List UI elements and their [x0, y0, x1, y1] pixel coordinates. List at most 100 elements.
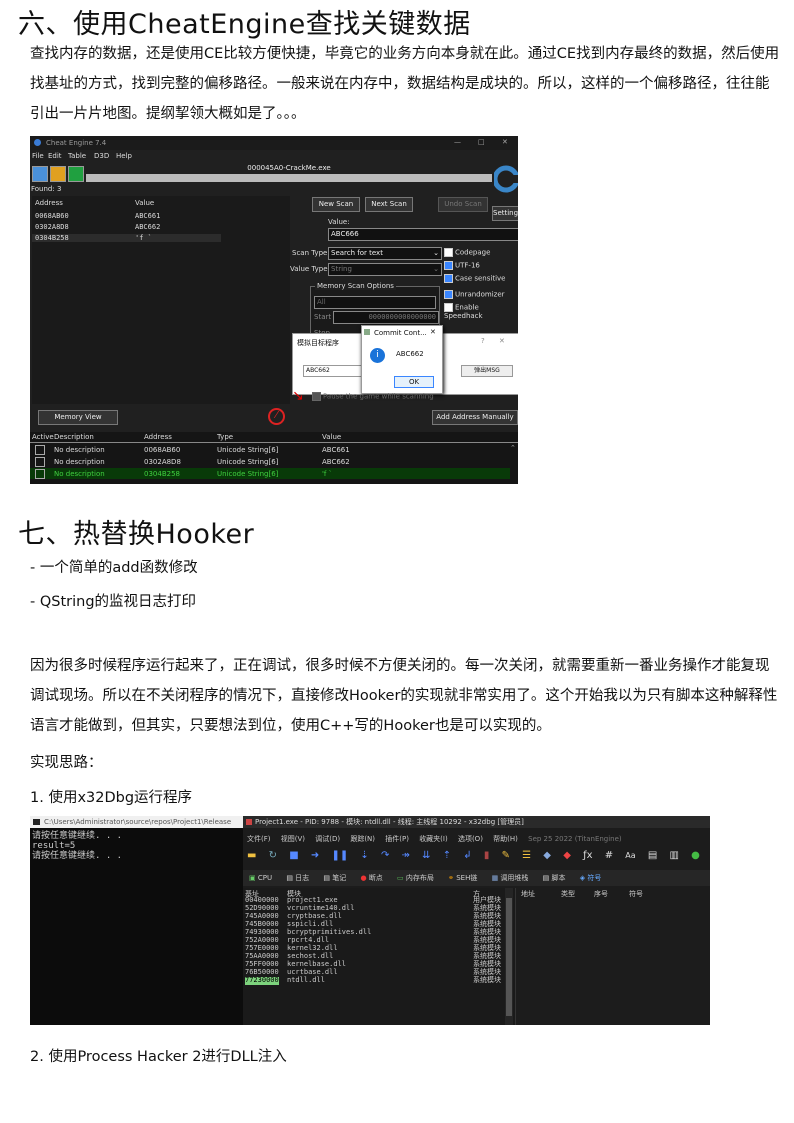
- value-type-select[interactable]: String ⌄: [328, 263, 442, 276]
- col-active[interactable]: Active: [32, 433, 54, 441]
- build-date: Sep 25 2022 (TitanEngine): [528, 835, 622, 843]
- target-input[interactable]: ABC662: [303, 365, 365, 377]
- checkbox[interactable]: [444, 290, 453, 299]
- section-7-heading: 七、热替换Hooker: [18, 519, 255, 550]
- active-checkbox[interactable]: [35, 469, 45, 479]
- col-address[interactable]: Address: [144, 433, 172, 441]
- hash-icon[interactable]: #: [605, 850, 613, 861]
- undo-scan-button[interactable]: Undo Scan: [438, 197, 488, 212]
- menu-view[interactable]: 视图(V): [281, 835, 305, 843]
- bookmark-icon[interactable]: ◆: [563, 850, 571, 861]
- next-scan-button[interactable]: Next Scan: [365, 197, 413, 212]
- popup-msg-button[interactable]: 弹出MSG: [461, 365, 513, 377]
- menu-trace[interactable]: 跟踪(N): [350, 835, 375, 843]
- menu-file[interactable]: 文件(F): [247, 835, 271, 843]
- tab-seh-chain[interactable]: ⚭ SEH链: [448, 874, 477, 882]
- function-icon[interactable]: ƒx: [583, 850, 592, 861]
- execute-till-return-icon[interactable]: ⇡: [443, 850, 451, 861]
- col-type[interactable]: Type: [217, 433, 233, 441]
- ok-button[interactable]: OK: [394, 376, 434, 388]
- checkbox[interactable]: [444, 261, 453, 270]
- active-checkbox[interactable]: [35, 445, 45, 455]
- settings-button[interactable]: Settings: [492, 206, 518, 221]
- open-file-icon[interactable]: [50, 166, 66, 182]
- option-utf16[interactable]: UTF-16: [444, 261, 518, 274]
- tab-memory-map[interactable]: ▭ 内存布局: [397, 874, 434, 882]
- result-row[interactable]: 0302A8D8 ABC662: [35, 223, 215, 231]
- tab-symbols[interactable]: ◈ 符号: [580, 874, 602, 882]
- scrollbar-thumb[interactable]: [506, 898, 512, 1016]
- menu-d3d[interactable]: D3D: [94, 152, 109, 160]
- checkbox[interactable]: [312, 392, 321, 401]
- pause-option[interactable]: Pause the game while scanning: [312, 392, 434, 401]
- patch-icon[interactable]: ✎: [502, 850, 510, 861]
- checkbox[interactable]: [444, 274, 453, 283]
- checkbox[interactable]: [444, 303, 453, 312]
- tab-breakpoints[interactable]: ● 断点: [360, 874, 382, 882]
- menu-favourites[interactable]: 收藏夹(I): [419, 835, 448, 843]
- value-input[interactable]: ABC666: [328, 228, 518, 241]
- clear-list-icon[interactable]: ⁄: [268, 408, 285, 425]
- menu-file[interactable]: File: [32, 152, 44, 160]
- step-into-icon[interactable]: ⇣: [360, 850, 368, 861]
- list-icon[interactable]: ▥: [670, 850, 679, 861]
- close-icon[interactable]: ✕: [430, 328, 436, 336]
- font-icon[interactable]: Aa: [625, 851, 635, 860]
- close-icon[interactable]: ✕: [502, 138, 508, 146]
- label-icon[interactable]: ◆: [543, 850, 551, 861]
- menu-options[interactable]: 选项(O): [458, 835, 483, 843]
- open-icon[interactable]: ▬: [247, 850, 256, 861]
- step-over-icon[interactable]: ↷: [381, 850, 389, 861]
- tab-call-stack[interactable]: ▦ 调用堆栈: [492, 874, 529, 882]
- document-icon[interactable]: ▤: [648, 850, 657, 861]
- stop-icon[interactable]: ■: [289, 850, 298, 861]
- checkbox[interactable]: [444, 248, 453, 257]
- result-row[interactable]: 0304B258'f `: [32, 234, 221, 242]
- help-icon[interactable]: ?: [481, 337, 485, 345]
- scan-type-select[interactable]: Search for text ⌄: [328, 247, 442, 260]
- menu-help[interactable]: Help: [116, 152, 132, 160]
- col-value[interactable]: Value: [322, 433, 341, 441]
- memory-view-button[interactable]: Memory View: [38, 410, 118, 425]
- add-address-manually-button[interactable]: Add Address Manually: [432, 410, 518, 425]
- menu-plugins[interactable]: 插件(P): [385, 835, 409, 843]
- run-to-user-code-icon[interactable]: ↲: [463, 850, 471, 861]
- tab-script[interactable]: ▤ 脚本: [543, 874, 566, 882]
- option-speedhack[interactable]: Enable Speedhack: [444, 303, 518, 320]
- table-row[interactable]: No description 0068AB60 Unicode String[6…: [30, 444, 510, 455]
- run-icon[interactable]: ➜: [311, 850, 319, 861]
- open-process-icon[interactable]: [32, 166, 48, 182]
- region-select[interactable]: All: [314, 296, 436, 309]
- menu-edit[interactable]: Edit: [48, 152, 62, 160]
- scrollbar[interactable]: [505, 888, 513, 1025]
- col-description[interactable]: Description: [54, 433, 94, 441]
- option-codepage[interactable]: Codepage: [444, 248, 518, 261]
- trace-over-icon[interactable]: ⇊: [422, 850, 430, 861]
- comment-icon[interactable]: ☰: [522, 850, 531, 861]
- menu-debug[interactable]: 调试(D): [315, 835, 340, 843]
- minimize-icon[interactable]: —: [454, 138, 461, 146]
- table-row[interactable]: No description 0304B258 Unicode String[6…: [30, 468, 510, 479]
- save-icon[interactable]: [68, 166, 84, 182]
- result-row[interactable]: 0068AB60 ABC661: [35, 212, 215, 220]
- restart-icon[interactable]: ↻: [269, 850, 277, 861]
- menu-table[interactable]: Table: [68, 152, 86, 160]
- start-input[interactable]: 0000000000000000: [333, 311, 439, 324]
- scroll-up-icon[interactable]: ⌃: [510, 444, 516, 452]
- x32dbg-icon: [246, 819, 252, 825]
- close-icon[interactable]: ✕: [499, 337, 505, 345]
- table-row[interactable]: No description 0302A8D8 Unicode String[6…: [30, 456, 510, 467]
- tab-log[interactable]: ▤ 日志: [286, 874, 309, 882]
- new-scan-button[interactable]: New Scan: [312, 197, 360, 212]
- scylla-icon[interactable]: ▮: [484, 850, 490, 861]
- active-checkbox[interactable]: [35, 457, 45, 467]
- option-unrandomizer[interactable]: Unrandomizer: [444, 290, 518, 303]
- pause-icon[interactable]: ❚❚: [331, 850, 348, 861]
- menu-help[interactable]: 帮助(H): [493, 835, 518, 843]
- trace-into-icon[interactable]: ↠: [402, 850, 410, 861]
- maximize-icon[interactable]: □: [478, 138, 485, 146]
- bulb-icon[interactable]: ●: [691, 850, 700, 861]
- tab-notes[interactable]: ▤ 笔记: [323, 874, 346, 882]
- option-case-sensitive[interactable]: Case sensitive: [444, 274, 518, 290]
- tab-cpu[interactable]: ▣ CPU: [249, 874, 272, 882]
